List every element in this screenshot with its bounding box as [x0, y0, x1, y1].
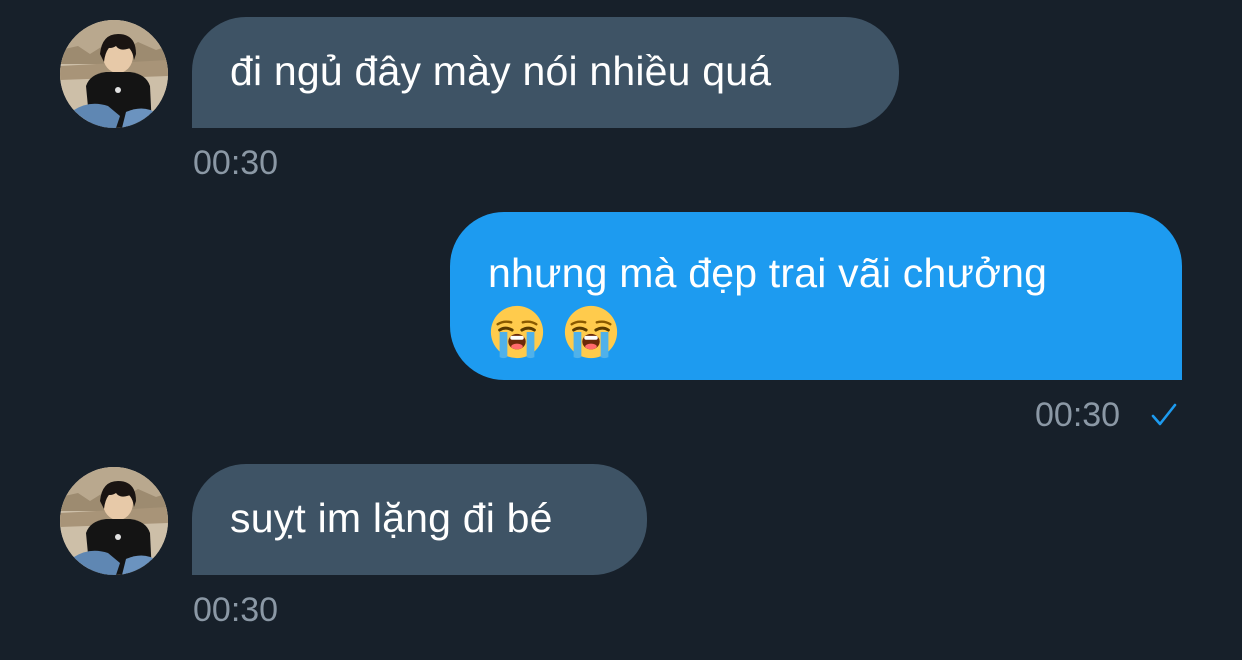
message-text: nhưng mà đẹp trai vãi chưởng [488, 250, 1048, 296]
avatar-photo-icon [60, 20, 168, 128]
message-bubble-incoming[interactable]: suỵt im lặng đi bé [192, 464, 647, 575]
message-timestamp: 00:30 [193, 144, 279, 182]
message-bubble-outgoing[interactable]: nhưng mà đẹp trai vãi chưởng [450, 212, 1182, 380]
chat-thread: đi ngủ đây mày nói nhiều quá 00:30 nhưng… [0, 0, 1242, 660]
message-timestamp: 00:30 [1035, 396, 1121, 434]
loudly-crying-face-icon [488, 303, 546, 361]
message-text: đi ngủ đây mày nói nhiều quá [230, 48, 772, 94]
emoji-row [488, 303, 1144, 361]
avatar[interactable] [60, 20, 168, 128]
message-timestamp: 00:30 [193, 591, 279, 629]
loudly-crying-face-icon [562, 303, 620, 361]
avatar[interactable] [60, 467, 168, 575]
sent-check-icon [1151, 403, 1177, 426]
message-bubble-incoming[interactable]: đi ngủ đây mày nói nhiều quá [192, 17, 899, 128]
message-text: suỵt im lặng đi bé [230, 495, 553, 541]
avatar-photo-icon [60, 467, 168, 575]
